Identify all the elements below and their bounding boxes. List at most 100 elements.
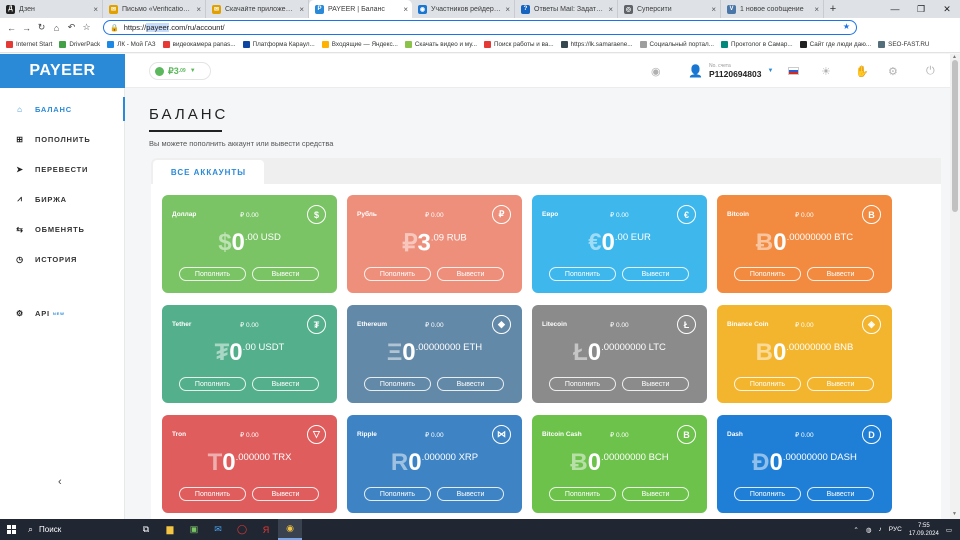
browser-tab[interactable]: P PAYEER | Баланс ×	[309, 0, 412, 18]
page-scrollbar[interactable]: ▲ ▼	[950, 54, 960, 519]
withdraw-button[interactable]: Вывести	[622, 377, 689, 391]
scrollbar-thumb[interactable]	[952, 60, 958, 212]
collapse-sidebar-icon[interactable]: ‹	[58, 476, 62, 488]
tab-close-icon[interactable]: ×	[814, 5, 819, 14]
browser-tab[interactable]: ✉ Письмо «Verification Co...×	[103, 0, 206, 18]
support-icon[interactable]: ◉	[651, 65, 661, 78]
security-icon[interactable]: ✋	[855, 65, 869, 78]
bookmark-item[interactable]: ЛК - Мой ГАЗ	[107, 41, 156, 48]
clock[interactable]: 7:55 17.09.2024	[909, 522, 939, 538]
url-input[interactable]: 🔒 https://payeer .com/ru/account/ ★	[103, 20, 857, 35]
topup-button[interactable]: Пополнить	[179, 267, 246, 281]
mail-app-icon[interactable]: ✉	[206, 519, 230, 540]
bookmark-item[interactable]: DriverPack	[59, 41, 100, 48]
maximize-icon[interactable]: ❐	[908, 0, 934, 18]
payeer-logo[interactable]: PAYEER	[0, 54, 125, 88]
tab-close-icon[interactable]: ×	[196, 5, 201, 14]
withdraw-button[interactable]: Вывести	[252, 377, 319, 391]
scroll-down-icon[interactable]: ▼	[952, 511, 957, 517]
bookmark-item[interactable]: SEO-FAST.RU	[878, 41, 929, 48]
withdraw-button[interactable]: Вывести	[252, 487, 319, 501]
sidebar-item-3[interactable]: ➤ ПЕРЕВЕСТИ	[0, 157, 125, 181]
bookmark-item[interactable]: Скачать видео и му...	[404, 41, 477, 48]
account-menu[interactable]: 👤 No. счета P1120694803 ▼	[688, 63, 773, 79]
topup-button[interactable]: Пополнить	[549, 377, 616, 391]
browser-tab[interactable]: ◉ Участников рейдерской...×	[412, 0, 515, 18]
sidebar-item-4[interactable]: ⩘ БИРЖА	[0, 187, 125, 211]
logout-icon[interactable]: ⏻	[926, 65, 935, 78]
sidebar-item-1[interactable]: ⌂ БАЛАНС	[0, 97, 125, 121]
yandex-icon[interactable]: Я	[254, 519, 278, 540]
chrome-icon[interactable]: ◉	[278, 519, 302, 540]
star-filled-icon[interactable]: ★	[843, 22, 850, 31]
bookmark-item[interactable]: Входящие — Яндекс...	[321, 41, 398, 48]
withdraw-button[interactable]: Вывести	[807, 487, 874, 501]
browser-tab[interactable]: Д Дзен ×	[0, 0, 103, 18]
topup-button[interactable]: Пополнить	[179, 487, 246, 501]
taskbar-search[interactable]: ⌕ Поиск	[22, 519, 134, 540]
explorer-icon[interactable]: ▆	[158, 519, 182, 540]
withdraw-button[interactable]: Вывести	[622, 267, 689, 281]
balance-dropdown[interactable]: ₽3.09 ▼	[149, 62, 211, 80]
sidebar-item-5[interactable]: ⇆ ОБМЕНЯТЬ	[0, 217, 125, 241]
bookmark-item[interactable]: Сайт где люди даю...	[799, 41, 871, 48]
theme-sun-icon[interactable]: ☀	[821, 65, 831, 78]
bookmark-item[interactable]: видеокамера panas...	[162, 41, 236, 48]
tab-close-icon[interactable]: ×	[299, 5, 304, 14]
minimize-icon[interactable]: —	[882, 0, 908, 18]
bookmark-item[interactable]: Internet Start	[6, 41, 52, 48]
bookmark-item[interactable]: Социальный портал...	[639, 41, 714, 48]
network-icon[interactable]: ◍	[866, 526, 872, 534]
tab-close-icon[interactable]: ×	[505, 5, 510, 14]
sidebar-item-6[interactable]: ◷ ИСТОРИЯ	[0, 247, 125, 271]
topup-button[interactable]: Пополнить	[179, 377, 246, 391]
withdraw-button[interactable]: Вывести	[622, 487, 689, 501]
bookmark-star-icon[interactable]: ☆	[79, 22, 94, 33]
topup-button[interactable]: Пополнить	[364, 377, 431, 391]
topup-button[interactable]: Пополнить	[734, 267, 801, 281]
browser-tab[interactable]: ✉ Скачайте приложение Ya...×	[206, 0, 309, 18]
forward-icon[interactable]: →	[19, 23, 34, 33]
new-tab-button[interactable]: +	[824, 0, 842, 18]
language-flag-icon[interactable]	[788, 67, 799, 75]
sidebar-item-api[interactable]: ⚙ API NEW	[0, 301, 125, 325]
close-window-icon[interactable]: ✕	[934, 0, 960, 18]
history-back-icon[interactable]: ↶	[64, 22, 79, 33]
bookmark-item[interactable]: Проктолог в Самар...	[720, 41, 793, 48]
topup-button[interactable]: Пополнить	[364, 487, 431, 501]
browser-tab[interactable]: ? Ответы Mail: Задать воп...×	[515, 0, 618, 18]
start-button[interactable]	[0, 525, 22, 534]
tab-close-icon[interactable]: ×	[608, 5, 613, 14]
notifications-icon[interactable]: ▭	[946, 526, 952, 534]
bookmark-item[interactable]: https://lk.samaraene...	[560, 41, 633, 48]
tab-close-icon[interactable]: ×	[403, 5, 408, 14]
browser-tab[interactable]: ◎ Суперсити ×	[618, 0, 721, 18]
store-icon[interactable]: ▣	[182, 519, 206, 540]
topup-button[interactable]: Пополнить	[549, 487, 616, 501]
volume-icon[interactable]: ♪	[879, 526, 882, 533]
topup-button[interactable]: Пополнить	[364, 267, 431, 281]
topup-button[interactable]: Пополнить	[734, 377, 801, 391]
topup-button[interactable]: Пополнить	[734, 487, 801, 501]
withdraw-button[interactable]: Вывести	[807, 377, 874, 391]
topup-button[interactable]: Пополнить	[549, 267, 616, 281]
back-icon[interactable]: ←	[4, 23, 19, 33]
language-indicator[interactable]: РУС	[889, 526, 902, 533]
tab-all-accounts[interactable]: ВСЕ АККАУНТЫ	[153, 160, 264, 184]
withdraw-button[interactable]: Вывести	[437, 487, 504, 501]
sidebar-item-2[interactable]: ⊞ ПОПОЛНИТЬ	[0, 127, 125, 151]
task-view-icon[interactable]: ⧉	[134, 519, 158, 540]
tab-close-icon[interactable]: ×	[93, 5, 98, 14]
settings-gear-icon[interactable]: ⚙	[888, 65, 898, 78]
browser-tab[interactable]: V 1 новое сообщение ×	[721, 0, 824, 18]
withdraw-button[interactable]: Вывести	[252, 267, 319, 281]
opera-icon[interactable]: ◯	[230, 519, 254, 540]
bookmark-item[interactable]: Поиск работы и ва...	[483, 41, 554, 48]
bookmark-item[interactable]: Платформа Караул...	[242, 41, 315, 48]
reload-icon[interactable]: ↻	[34, 22, 49, 33]
withdraw-button[interactable]: Вывести	[807, 267, 874, 281]
tab-close-icon[interactable]: ×	[711, 5, 716, 14]
withdraw-button[interactable]: Вывести	[437, 377, 504, 391]
withdraw-button[interactable]: Вывести	[437, 267, 504, 281]
tray-expand-icon[interactable]: ⌃	[853, 526, 858, 534]
